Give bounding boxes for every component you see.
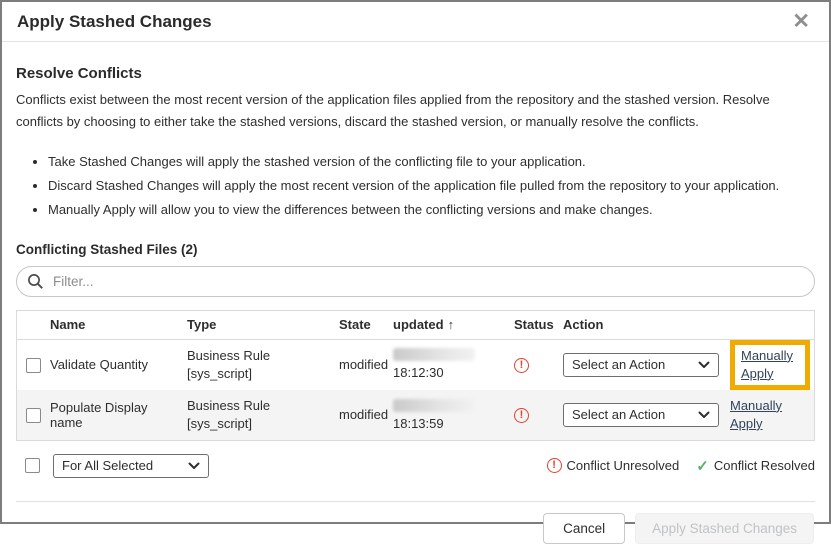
resolve-options-list: Take Stashed Changes will apply the stas… (16, 152, 815, 220)
apply-stashed-changes-dialog: Apply Stashed Changes ✕ Resolve Conflict… (0, 0, 831, 544)
row2-type-line1: Business Rule (187, 398, 271, 414)
col-header-name: Name (50, 317, 86, 333)
sort-ascending-icon: ↑ (447, 317, 455, 333)
row1-action-select-value: Select an Action (572, 357, 666, 373)
row2-manually-apply-link[interactable]: Manually Apply (730, 397, 790, 433)
row2-state: modified (339, 407, 389, 423)
row2-updated-time: 18:13:59 (393, 415, 444, 431)
close-icon[interactable]: ✕ (788, 9, 814, 34)
row1-name: Validate Quantity (50, 357, 149, 373)
row1-state: modified (339, 357, 389, 373)
filter-wrap (16, 265, 815, 297)
row2-type-line2: [sys_script] (187, 415, 253, 431)
row1-type: Business Rule [sys_script] (187, 347, 339, 382)
chevron-down-icon (188, 462, 200, 469)
conflict-unresolved-icon: ! (514, 408, 529, 424)
row2-action-select-value: Select an Action (572, 407, 666, 423)
dialog-content: Resolve Conflicts Conflicts exist betwee… (2, 42, 829, 502)
row1-action: Select an Action (563, 352, 730, 377)
status-legend: ! Conflict Unresolved ✓ Conflict Resolve… (546, 457, 815, 475)
highlight-box: Manually Apply (730, 339, 810, 390)
cancel-button[interactable]: Cancel (543, 512, 626, 544)
col-header-updated-label: updated (393, 317, 444, 333)
bullet-take-stashed: Take Stashed Changes will apply the stas… (48, 152, 815, 173)
bullet-manually-apply: Manually Apply will allow you to view th… (48, 200, 815, 221)
row2-action-select[interactable]: Select an Action (563, 402, 719, 427)
dialog-titlebar: Apply Stashed Changes ✕ (2, 2, 829, 42)
bulk-actions-row: For All Selected ! Conflict Unresolved ✓… (16, 453, 815, 478)
filter-input[interactable] (16, 265, 815, 297)
row2-action: Select an Action (563, 402, 730, 427)
row1-manually-apply-link[interactable]: Manually Apply (741, 347, 801, 383)
table-row-populate-display-name: Populate Display name Business Rule [sys… (17, 389, 814, 440)
col-header-state: State (339, 317, 371, 333)
col-header-type: Type (187, 317, 217, 333)
row1-action-select[interactable]: Select an Action (563, 352, 719, 377)
bullet-discard-stashed: Discard Stashed Changes will apply the m… (48, 176, 815, 197)
search-icon (27, 273, 44, 295)
chevron-down-icon (698, 411, 710, 418)
legend-resolved: ✓ Conflict Resolved (696, 457, 815, 475)
row1-status: ! (514, 356, 563, 374)
apply-stashed-changes-button[interactable]: Apply Stashed Changes (635, 512, 814, 544)
resolve-conflicts-description: Conflicts exist between the most recent … (16, 92, 770, 130)
dialog-title: Apply Stashed Changes (17, 11, 212, 31)
legend-resolved-label: Conflict Resolved (713, 458, 815, 474)
row1-updated: 18:12:30 (393, 348, 514, 381)
row1-updated-time: 18:12:30 (393, 365, 444, 381)
row1-checkbox[interactable] (26, 357, 41, 373)
legend-unresolved-label: Conflict Unresolved (566, 458, 680, 474)
conflicting-files-heading: Conflicting Stashed Files (2) (16, 241, 198, 257)
row2-name: Populate Display name (50, 399, 148, 430)
for-all-selected-select[interactable]: For All Selected (53, 453, 209, 478)
conflict-resolved-icon: ✓ (696, 457, 709, 475)
conflict-unresolved-icon: ! (514, 358, 529, 374)
row1-redacted-date (393, 348, 475, 362)
col-header-action: Action (563, 317, 604, 333)
row2-redacted-date (393, 398, 475, 412)
row2-link-cell: Manually Apply (730, 397, 814, 433)
row2-status: ! (514, 406, 563, 424)
row1-type-line1: Business Rule (187, 348, 271, 364)
chevron-down-icon (698, 361, 710, 368)
for-all-selected-value: For All Selected (62, 458, 154, 474)
conflicting-files-table: Name Type State updated ↑ Status Action V… (16, 309, 816, 441)
conflict-unresolved-icon: ! (546, 458, 562, 474)
row2-updated: 18:13:59 (393, 398, 514, 432)
dialog-footer: Cancel Apply Stashed Changes (2, 502, 829, 556)
table-row-validate-quantity: Validate Quantity Business Rule [sys_scr… (17, 339, 816, 390)
select-all-checkbox[interactable] (25, 458, 40, 474)
row2-type: Business Rule [sys_script] (187, 397, 339, 432)
row1-type-line2: [sys_script] (187, 365, 253, 381)
table-header-row: Name Type State updated ↑ Status Action (17, 310, 814, 340)
row2-checkbox[interactable] (26, 407, 41, 423)
col-header-status: Status (514, 317, 554, 333)
col-header-updated[interactable]: updated ↑ (393, 317, 514, 332)
row1-link-cell: Manually Apply (730, 339, 816, 390)
legend-unresolved: ! Conflict Unresolved (546, 458, 680, 474)
resolve-conflicts-heading: Resolve Conflicts (16, 65, 142, 82)
